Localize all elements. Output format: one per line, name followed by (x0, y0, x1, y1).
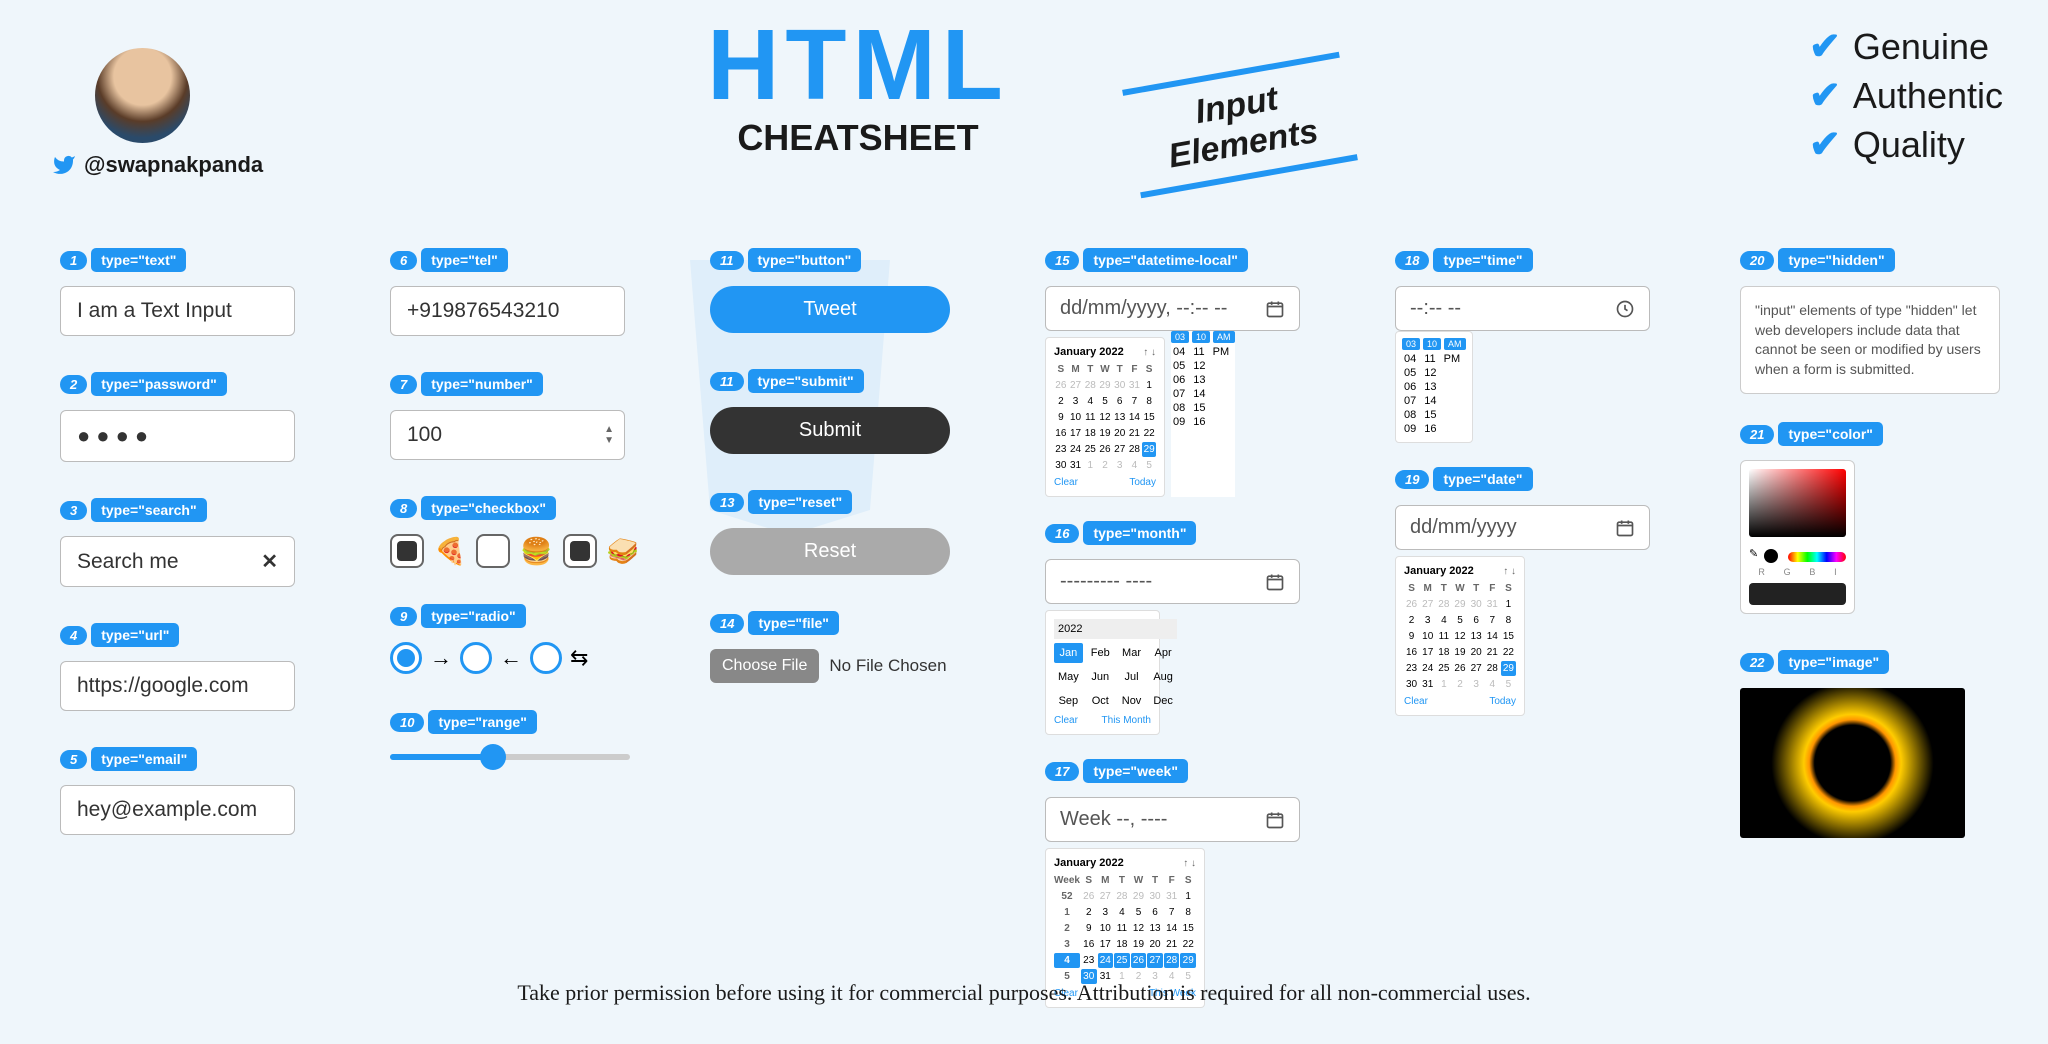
text-input[interactable]: I am a Text Input (60, 286, 295, 336)
month-popup[interactable]: 2022JanFebMarAprMayJunJulAugSepOctNovDec… (1045, 610, 1160, 735)
twitter-icon (52, 153, 76, 177)
date-input[interactable]: dd/mm/yyyy (1395, 505, 1650, 550)
time-spinner[interactable]: 0310AM 0411PM05120613071408150916 (1171, 331, 1235, 497)
color-swatch (1749, 583, 1846, 605)
file-status: No File Chosen (829, 656, 946, 676)
tweet-button[interactable]: Tweet (710, 286, 950, 333)
hidden-description: "input" elements of type "hidden" let we… (1740, 286, 2000, 394)
tel-input[interactable]: +919876543210 (390, 286, 625, 336)
main-title: HTML (683, 15, 1033, 115)
color-preview (1764, 549, 1778, 563)
footer-text: Take prior permission before using it fo… (0, 980, 2048, 1006)
eyedropper-icon[interactable]: ✎ (1749, 547, 1758, 560)
type-badge: type="text" (91, 248, 186, 272)
sandwich-icon: 🥪 (607, 536, 639, 567)
datetime-local-input[interactable]: dd/mm/yyyy, --:-- -- (1045, 286, 1300, 331)
calendar-icon (1265, 572, 1285, 592)
password-input[interactable]: ●●●● (60, 410, 295, 462)
num-badge: 1 (60, 251, 87, 270)
tag-banner: Input Elements (1120, 42, 1359, 208)
checkbox-input[interactable] (476, 534, 510, 568)
calendar-popup[interactable]: January 2022↑ ↓ SMTWTFS26272829303112345… (1045, 337, 1165, 497)
search-input[interactable]: Search me✕ (60, 536, 295, 587)
check-icon: ✔ (1809, 24, 1841, 69)
time-popup[interactable]: 0310AM 0411PM05120613071408150916 (1395, 331, 1473, 443)
hue-slider[interactable] (1788, 552, 1846, 562)
time-input[interactable]: --:-- -- (1395, 286, 1650, 331)
color-gradient[interactable] (1749, 469, 1846, 537)
date-popup[interactable]: January 2022↑ ↓ SMTWTFS26272829303112345… (1395, 556, 1525, 716)
calendar-icon (1615, 518, 1635, 538)
image-input[interactable] (1740, 688, 1965, 838)
checkbox-input[interactable] (563, 534, 597, 568)
number-input[interactable]: 100▲▼ (390, 410, 625, 460)
submit-button[interactable]: Submit (710, 407, 950, 454)
radio-input[interactable] (530, 642, 562, 674)
color-input[interactable]: ✎ R G B I (1740, 460, 1855, 614)
check-icon: ✔ (1809, 73, 1841, 118)
checklist: ✔Genuine ✔Authentic ✔Quality (1809, 24, 2003, 171)
clock-icon (1615, 299, 1635, 319)
swap-icon: ⇆ (570, 645, 588, 671)
reset-button[interactable]: Reset (710, 528, 950, 575)
month-input[interactable]: --------- ---- (1045, 559, 1300, 604)
avatar (95, 48, 190, 143)
calendar-icon (1265, 810, 1285, 830)
pizza-icon: 🍕 (434, 536, 466, 567)
burger-icon: 🍔 (520, 536, 552, 567)
week-input[interactable]: Week --, ---- (1045, 797, 1300, 842)
radio-input[interactable] (390, 642, 422, 674)
calendar-icon (1265, 299, 1285, 319)
twitter-handle: @swapnakpanda (84, 152, 263, 178)
arrow-left-icon: ← (500, 645, 522, 671)
arrow-right-icon: → (430, 645, 452, 671)
file-choose-button[interactable]: Choose File (710, 649, 819, 683)
checkbox-input[interactable] (390, 534, 424, 568)
range-input[interactable] (390, 754, 630, 760)
range-thumb[interactable] (480, 744, 506, 770)
email-input[interactable]: hey@example.com (60, 785, 295, 835)
url-input[interactable]: https://google.com (60, 661, 295, 711)
check-icon: ✔ (1809, 122, 1841, 167)
clear-icon[interactable]: ✕ (261, 549, 278, 574)
subtitle: CHEATSHEET (683, 117, 1033, 159)
radio-input[interactable] (460, 642, 492, 674)
stepper-icon[interactable]: ▲▼ (604, 424, 614, 446)
